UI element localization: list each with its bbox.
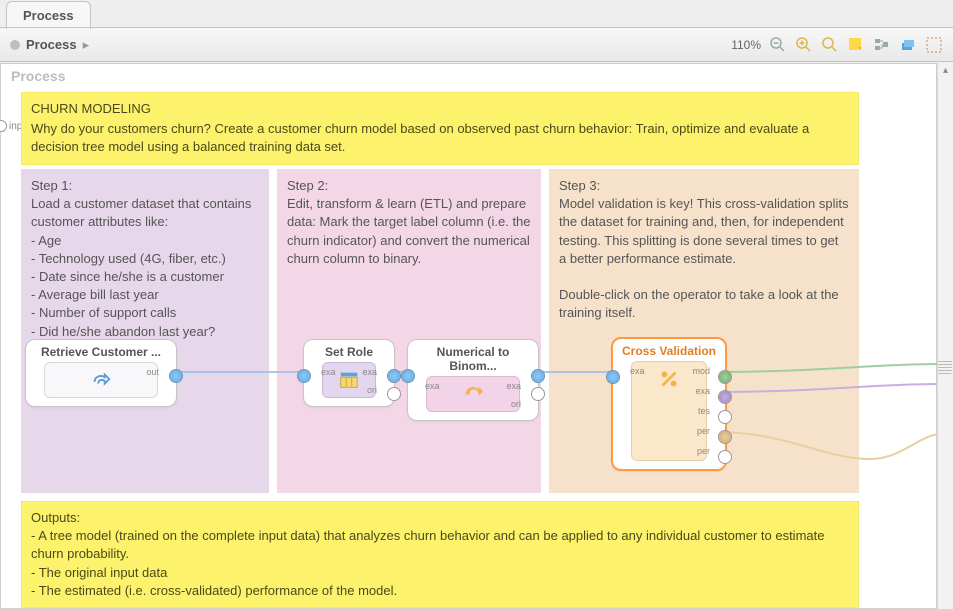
toolbar: Process ▸ 110% — [0, 28, 953, 62]
tab-process[interactable]: Process — [6, 1, 91, 29]
port-cv-in[interactable] — [607, 371, 619, 383]
zoom-fit-icon[interactable] — [821, 36, 839, 54]
port-n2b-ori[interactable] — [532, 388, 544, 400]
zoom-in-icon[interactable] — [795, 36, 813, 54]
port-label-cv-per2: per — [697, 446, 710, 456]
process-input-port[interactable]: inp — [0, 120, 22, 132]
operator-retrieve-title: Retrieve Customer ... — [26, 340, 176, 362]
port-label-exa-out2: exa — [506, 381, 521, 391]
canvas-title: Process — [11, 68, 65, 84]
grid-icon[interactable] — [925, 36, 943, 54]
port-label-exa-in: exa — [321, 367, 336, 377]
operator-num-to-binom-title: Numerical to Binom... — [408, 340, 538, 376]
port-n2b-in[interactable] — [402, 370, 414, 382]
note-step2-body: Edit, transform & learn (ETL) and prepar… — [287, 195, 531, 268]
port-setrole-exa[interactable] — [388, 370, 400, 382]
breadcrumb-label: Process — [26, 37, 77, 52]
note-step3-title: Step 3: — [559, 177, 849, 195]
port-retrieve-out[interactable] — [170, 370, 182, 382]
port-label-cv-per1: per — [697, 426, 710, 436]
note-header-title: CHURN MODELING — [31, 100, 849, 118]
table-icon — [338, 369, 360, 391]
vertical-scrollbar[interactable]: ▴ — [937, 63, 953, 609]
note-step1-body: Load a customer dataset that contains cu… — [31, 195, 259, 341]
port-label-cv-in: exa — [630, 366, 645, 376]
port-label-exa-in2: exa — [425, 381, 440, 391]
zoom-out-icon[interactable] — [769, 36, 787, 54]
transform-icon — [462, 383, 484, 405]
port-label-cv-exa: exa — [695, 386, 710, 396]
port-cv-per2[interactable] — [719, 451, 731, 463]
note-outputs-body: - A tree model (trained on the complete … — [31, 527, 849, 600]
port-label-ori-out2: ori — [511, 399, 521, 409]
arrow-curve-icon — [90, 369, 112, 391]
port-cv-tes[interactable] — [719, 411, 731, 423]
breadcrumb-arrow-icon: ▸ — [83, 37, 90, 53]
sticky-note-icon[interactable] — [847, 36, 865, 54]
note-outputs-title: Outputs: — [31, 509, 849, 527]
scroll-up-icon[interactable]: ▴ — [939, 64, 953, 78]
layers-icon[interactable] — [899, 36, 917, 54]
percent-icon — [658, 368, 680, 390]
operator-set-role-title: Set Role — [304, 340, 394, 362]
auto-arrange-icon[interactable] — [873, 36, 891, 54]
port-n2b-exa[interactable] — [532, 370, 544, 382]
side-handle-icon[interactable] — [938, 360, 952, 374]
operator-retrieve[interactable]: Retrieve Customer ... out — [25, 339, 177, 407]
tab-line — [0, 27, 953, 28]
operator-cross-validation[interactable]: Cross Validation exa mod exa tes per per — [611, 337, 727, 471]
port-label-cv-tes: tes — [698, 406, 710, 416]
operator-num-to-binom[interactable]: Numerical to Binom... exa exa ori — [407, 339, 539, 421]
port-label-cv-mod: mod — [692, 366, 710, 376]
process-canvas[interactable]: Process inp CHURN MODELING Why do your c… — [0, 63, 937, 609]
note-outputs[interactable]: Outputs: - A tree model (trained on the … — [21, 501, 859, 608]
port-setrole-ori[interactable] — [388, 388, 400, 400]
operator-cv-title: Cross Validation — [613, 339, 725, 361]
operator-set-role[interactable]: Set Role exa exa ori — [303, 339, 395, 407]
note-step3-body2: Double-click on the operator to take a l… — [559, 286, 849, 322]
note-header[interactable]: CHURN MODELING Why do your customers chu… — [21, 92, 859, 165]
note-step1-title: Step 1: — [31, 177, 259, 195]
port-label-ori-out: ori — [367, 385, 377, 395]
breadcrumb[interactable]: Process ▸ — [10, 37, 89, 53]
port-setrole-in[interactable] — [298, 370, 310, 382]
port-label-out: out — [146, 367, 159, 377]
note-step2[interactable]: Step 2: Edit, transform & learn (ETL) an… — [277, 169, 541, 493]
note-header-body: Why do your customers churn? Create a cu… — [31, 120, 849, 156]
port-cv-mod[interactable] — [719, 371, 731, 383]
port-label-exa-out: exa — [362, 367, 377, 377]
zoom-level: 110% — [731, 38, 761, 52]
port-cv-exa[interactable] — [719, 391, 731, 403]
note-step3-body1: Model validation is key! This cross-vali… — [559, 195, 849, 268]
note-step1[interactable]: Step 1: Load a customer dataset that con… — [21, 169, 269, 493]
breadcrumb-dot-icon — [10, 40, 20, 50]
port-cv-per1[interactable] — [719, 431, 731, 443]
note-step2-title: Step 2: — [287, 177, 531, 195]
